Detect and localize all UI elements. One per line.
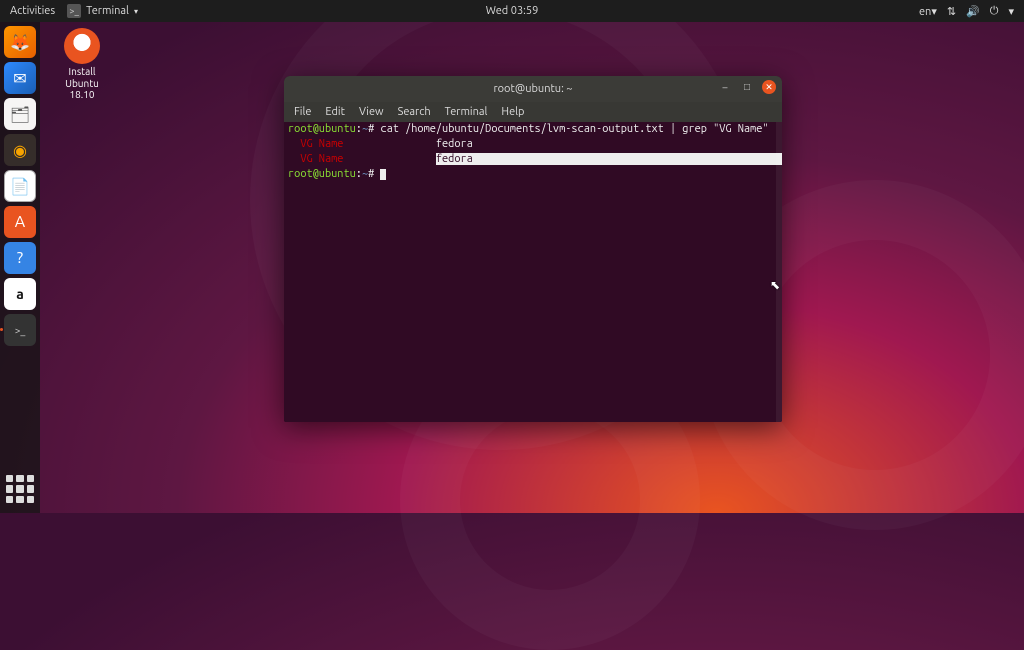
dock-help[interactable]: ? bbox=[4, 242, 36, 274]
ubuntu-logo-icon bbox=[64, 28, 100, 64]
volume-icon[interactable]: 🔊 bbox=[966, 5, 980, 18]
output-value-selected: fedora bbox=[436, 153, 473, 165]
terminal-body[interactable]: root@ubuntu:~# cat /home/ubuntu/Document… bbox=[284, 122, 782, 422]
app-menu-label: Terminal bbox=[86, 5, 129, 17]
dock: 🦊 ✉ 🗂 ◉ 📄 A ? a >_ bbox=[0, 22, 40, 513]
window-maximize-button[interactable]: □ bbox=[740, 80, 754, 94]
terminal-icon: >_ bbox=[67, 4, 81, 18]
prompt-user: root@ubuntu bbox=[288, 123, 356, 135]
output-value: fedora bbox=[436, 138, 473, 150]
window-minimize-button[interactable]: – bbox=[718, 80, 732, 94]
dock-firefox[interactable]: 🦊 bbox=[4, 26, 36, 58]
selection-tail bbox=[473, 153, 782, 165]
power-icon[interactable]: ⏻ bbox=[990, 5, 999, 18]
desktop-icon-label: Install Ubuntu 18.10 bbox=[52, 66, 112, 101]
menu-edit[interactable]: Edit bbox=[325, 106, 345, 118]
desktop-icon-install-ubuntu[interactable]: Install Ubuntu 18.10 bbox=[52, 28, 112, 101]
lang-indicator[interactable]: en▾ bbox=[919, 5, 937, 18]
menu-terminal[interactable]: Terminal bbox=[445, 106, 488, 118]
output-label: VG Name bbox=[300, 153, 343, 165]
dock-software[interactable]: A bbox=[4, 206, 36, 238]
app-menu[interactable]: >_ Terminal ▾ bbox=[67, 4, 138, 18]
dock-terminal[interactable]: >_ bbox=[4, 314, 36, 346]
window-close-button[interactable]: ✕ bbox=[762, 80, 776, 94]
activities-button[interactable]: Activities bbox=[10, 5, 55, 17]
prompt-user: root@ubuntu bbox=[288, 168, 356, 180]
terminal-scrollbar[interactable] bbox=[776, 122, 782, 422]
output-label: VG Name bbox=[300, 138, 343, 150]
network-icon[interactable]: ⇅ bbox=[947, 5, 956, 18]
terminal-window: root@ubuntu: ~ – □ ✕ File Edit View Sear… bbox=[284, 76, 782, 422]
menu-help[interactable]: Help bbox=[501, 106, 524, 118]
terminal-cursor bbox=[380, 169, 386, 180]
window-title: root@ubuntu: ~ bbox=[493, 83, 572, 95]
dock-writer[interactable]: 📄 bbox=[4, 170, 36, 202]
dock-thunderbird[interactable]: ✉ bbox=[4, 62, 36, 94]
mouse-cursor-icon: ⬉ bbox=[770, 278, 780, 292]
show-applications-button[interactable] bbox=[6, 475, 34, 503]
menu-file[interactable]: File bbox=[294, 106, 311, 118]
menu-view[interactable]: View bbox=[359, 106, 384, 118]
clock[interactable]: Wed 03:59 bbox=[486, 5, 539, 17]
dock-amazon[interactable]: a bbox=[4, 278, 36, 310]
window-titlebar[interactable]: root@ubuntu: ~ – □ ✕ bbox=[284, 76, 782, 102]
dock-rhythmbox[interactable]: ◉ bbox=[4, 134, 36, 166]
menu-search[interactable]: Search bbox=[398, 106, 431, 118]
terminal-command: cat /home/ubuntu/Documents/lvm-scan-outp… bbox=[380, 123, 768, 135]
terminal-menubar: File Edit View Search Terminal Help bbox=[284, 102, 782, 122]
chevron-down-icon[interactable]: ▾ bbox=[1008, 5, 1014, 18]
top-bar: Activities >_ Terminal ▾ Wed 03:59 en▾ ⇅… bbox=[0, 0, 1024, 22]
dock-files[interactable]: 🗂 bbox=[4, 98, 36, 130]
chevron-down-icon: ▾ bbox=[134, 7, 138, 16]
